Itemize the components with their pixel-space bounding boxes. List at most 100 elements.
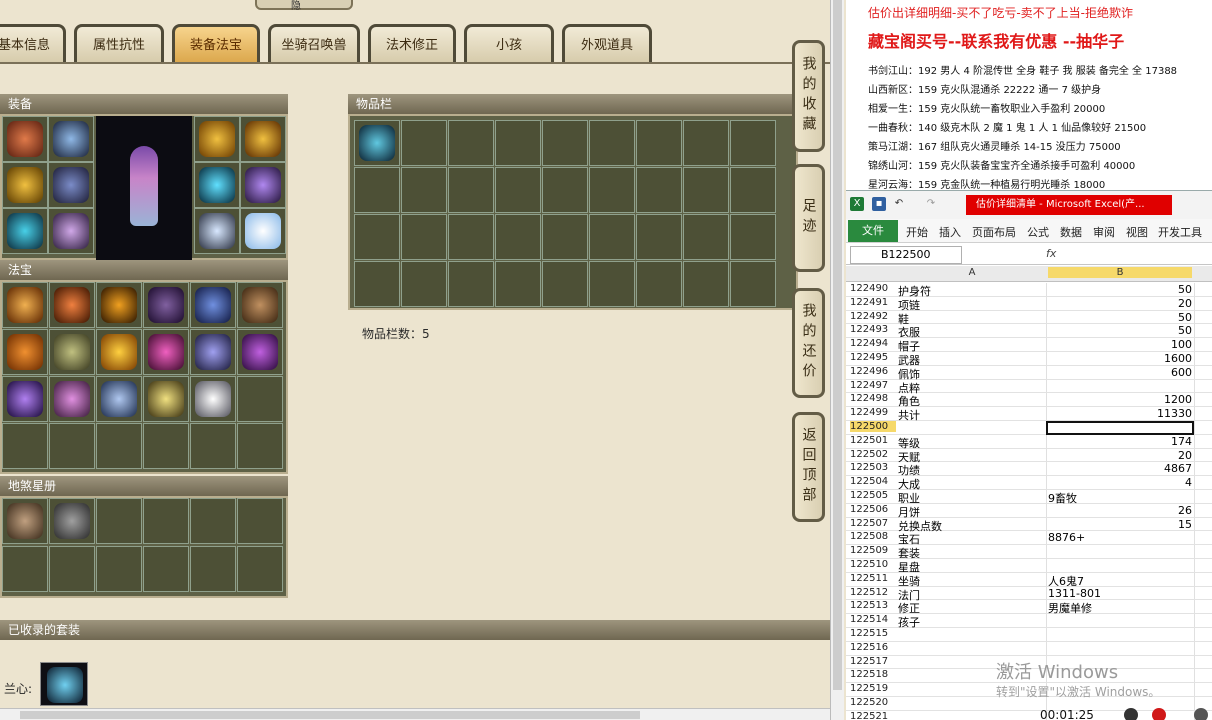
inventory-slot[interactable] [542, 261, 588, 307]
fabao-slot-empty[interactable] [237, 376, 283, 422]
inventory-slot[interactable] [448, 261, 494, 307]
tab-mounts-pets[interactable]: 坐骑召唤兽 [268, 24, 360, 62]
row-number[interactable]: 122503 [850, 462, 896, 473]
cell-b[interactable]: 4 [1048, 476, 1192, 489]
row-number[interactable]: 122501 [850, 435, 896, 446]
cell-b[interactable]: 4867 [1048, 462, 1192, 475]
row-number[interactable]: 122520 [850, 697, 896, 708]
row-number[interactable]: 122490 [850, 283, 896, 294]
fx-icon[interactable]: fx [1046, 247, 1056, 260]
equip-slot[interactable] [48, 116, 94, 162]
camera-icon[interactable] [1194, 708, 1208, 720]
fabao-slot[interactable] [190, 376, 236, 422]
row-number[interactable]: 122521 [850, 711, 896, 720]
inventory-slot[interactable] [542, 120, 588, 166]
inventory-slot[interactable] [683, 120, 729, 166]
pause-icon[interactable] [1124, 708, 1138, 720]
equip-slot[interactable] [194, 116, 240, 162]
collected-set-item[interactable] [40, 662, 88, 706]
row-number[interactable]: 122499 [850, 407, 896, 418]
fabao-slot[interactable] [190, 282, 236, 328]
fabao-slot[interactable] [2, 329, 48, 375]
inventory-slot[interactable] [730, 214, 776, 260]
row-number[interactable]: 122497 [850, 380, 896, 391]
fabao-slot[interactable] [143, 282, 189, 328]
ribbon-tab-formulas[interactable]: 公式 [1027, 224, 1049, 240]
column-header-b[interactable]: B [1048, 267, 1192, 278]
cell-b[interactable]: 15 [1048, 518, 1192, 531]
tab-appearance-items[interactable]: 外观道具 [562, 24, 652, 62]
row-number[interactable]: 122508 [850, 531, 896, 542]
fabao-slot-empty[interactable] [49, 423, 95, 469]
star-card-slot-empty[interactable] [237, 498, 283, 544]
fabao-slot[interactable] [237, 329, 283, 375]
cell-b[interactable]: 1600 [1048, 352, 1192, 365]
scroll-thumb[interactable] [833, 0, 842, 690]
star-card-slot[interactable] [49, 498, 95, 544]
row-number[interactable]: 122498 [850, 393, 896, 404]
fabao-slot-empty[interactable] [143, 423, 189, 469]
row-number[interactable]: 122500 [850, 421, 896, 432]
row-number[interactable]: 122510 [850, 559, 896, 570]
cell-b[interactable]: 50 [1048, 283, 1192, 296]
fabao-slot[interactable] [49, 282, 95, 328]
ribbon-tab-review[interactable]: 审阅 [1093, 224, 1115, 240]
ribbon-file-tab[interactable]: 文件 [848, 220, 898, 242]
fabao-slot-empty[interactable] [190, 423, 236, 469]
fabao-slot[interactable] [143, 376, 189, 422]
fabao-slot[interactable] [49, 329, 95, 375]
row-number[interactable]: 122494 [850, 338, 896, 349]
star-card-slot-empty[interactable] [190, 546, 236, 592]
column-header-a[interactable]: A [898, 267, 1046, 278]
fabao-slot[interactable] [237, 282, 283, 328]
row-number[interactable]: 122502 [850, 449, 896, 460]
fabao-slot-empty[interactable] [2, 423, 48, 469]
equip-slot[interactable] [2, 162, 48, 208]
row-number[interactable]: 122512 [850, 587, 896, 598]
fabao-slot[interactable] [49, 376, 95, 422]
tab-equipment-fabao[interactable]: 装备法宝 [172, 24, 260, 62]
inventory-slot[interactable] [636, 120, 682, 166]
star-card-slot-empty[interactable] [96, 498, 142, 544]
tab-children[interactable]: 小孩 [464, 24, 554, 62]
redo-icon[interactable]: ↷ [924, 197, 938, 211]
cell-b[interactable]: 20 [1048, 449, 1192, 462]
row-number[interactable]: 122507 [850, 518, 896, 529]
undo-icon[interactable]: ↶ [892, 197, 906, 211]
row-number[interactable]: 122513 [850, 600, 896, 611]
star-card-slot-empty[interactable] [2, 546, 48, 592]
cell-b[interactable]: 8876+ [1048, 531, 1192, 544]
row-number[interactable]: 122516 [850, 642, 896, 653]
row-number[interactable]: 122518 [850, 669, 896, 680]
save-icon[interactable]: ▪ [872, 197, 886, 211]
inventory-slot[interactable] [683, 214, 729, 260]
star-card-slot-empty[interactable] [143, 498, 189, 544]
inventory-slot[interactable] [448, 214, 494, 260]
inventory-slot[interactable] [730, 167, 776, 213]
star-card-slot-empty[interactable] [237, 546, 283, 592]
cell-b[interactable]: 11330 [1048, 407, 1192, 420]
inventory-slot[interactable] [401, 214, 447, 260]
tab-basic-info[interactable]: 基本信息 [0, 24, 66, 62]
inventory-slot[interactable] [636, 214, 682, 260]
tab-spell-correction[interactable]: 法术修正 [368, 24, 456, 62]
equip-slot[interactable] [48, 162, 94, 208]
record-icon[interactable] [1152, 708, 1166, 720]
my-counteroffer-button[interactable]: 我的还价 [792, 288, 825, 398]
name-box[interactable]: B122500 [850, 246, 962, 264]
inventory-slot[interactable] [401, 167, 447, 213]
my-favorites-button[interactable]: 我的收藏 [792, 40, 825, 152]
inventory-slot[interactable] [589, 120, 635, 166]
inventory-slot[interactable] [542, 167, 588, 213]
tab-attributes[interactable]: 属性抗性 [74, 24, 164, 62]
equip-slot[interactable] [240, 116, 286, 162]
row-number[interactable]: 122493 [850, 324, 896, 335]
horizontal-scrollbar[interactable] [0, 708, 830, 720]
ribbon-tab-home[interactable]: 开始 [906, 224, 928, 240]
inventory-slot[interactable] [495, 261, 541, 307]
inventory-slot[interactable] [448, 120, 494, 166]
inventory-slot[interactable] [448, 167, 494, 213]
fabao-slot-empty[interactable] [237, 423, 283, 469]
vertical-scrollbar[interactable] [830, 0, 844, 720]
inventory-slot[interactable] [589, 261, 635, 307]
